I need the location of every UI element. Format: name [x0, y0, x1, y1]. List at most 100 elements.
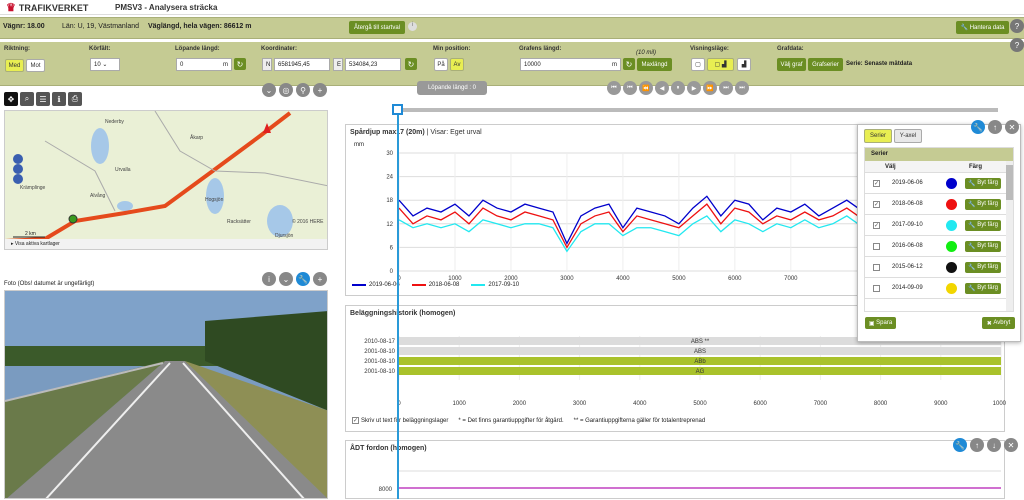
first-icon[interactable]: ⏮ [607, 81, 621, 95]
coords-e-input[interactable]: 534084,23 [345, 58, 401, 71]
coords-n-input[interactable]: 6581945,45 [274, 58, 330, 71]
photo-add-icon[interactable]: + [313, 272, 327, 286]
adt-wrench-icon[interactable]: 🔧 [953, 438, 967, 452]
tab-series[interactable]: Serier [864, 129, 892, 143]
series-checkbox[interactable] [873, 284, 880, 292]
legend-item[interactable]: 2017-09-10 [471, 282, 519, 288]
manage-data-button[interactable]: 🔧 Hantera data [956, 21, 1009, 34]
print-text-checkbox[interactable]: ✓ Skriv ut text för beläggningslager [352, 417, 448, 424]
position-slider-handle[interactable] [392, 104, 403, 115]
y-tick-label: 0 [390, 269, 394, 275]
map-canvas[interactable]: Nederby Åkarp Urvalla Krämplinge Alvång … [5, 111, 328, 250]
change-color-button[interactable]: 🔧 Byt färg [965, 177, 1001, 189]
move-icon[interactable]: ✥ [4, 92, 18, 106]
info-icon[interactable]: i [408, 22, 417, 31]
photo-collapse-icon[interactable]: ⌄ [279, 272, 293, 286]
adt-down-icon[interactable]: ↓ [987, 438, 1001, 452]
photo-info-icon[interactable]: i [262, 272, 276, 286]
rut-up-icon[interactable]: ↑ [988, 120, 1002, 134]
road-length: Väglängd, hela vägen: 86612 m [148, 23, 252, 30]
layers-icon[interactable]: ☰ [36, 92, 50, 106]
cancel-button[interactable]: ✖ Avbryt [982, 317, 1015, 329]
target-icon[interactable]: ◎ [279, 83, 293, 97]
zoom-out-icon[interactable] [13, 174, 23, 184]
change-color-button[interactable]: 🔧 Byt färg [965, 219, 1001, 231]
running-length-input[interactable]: 0m [176, 58, 232, 71]
last-icon[interactable]: ⏭ [735, 81, 749, 95]
change-color-button[interactable]: 🔧 Byt färg [965, 261, 1001, 273]
tab-y-axis[interactable]: Y-axel [894, 129, 922, 143]
running-length-badge: Löpande längd : 0 [417, 81, 487, 95]
view-mode-2-icon[interactable]: ▢ ▟ [707, 58, 734, 71]
rut-close-icon[interactable]: ✕ [1005, 120, 1019, 134]
legend-item[interactable]: 2018-06-08 [411, 282, 459, 288]
graph-series-button[interactable]: Grafserier [808, 58, 843, 71]
series-checkbox[interactable]: ✓ [873, 179, 880, 187]
refresh-icon[interactable]: ↻ [234, 58, 246, 70]
save-icon: ▣ [868, 320, 875, 327]
series-checkbox[interactable] [873, 263, 880, 271]
prev-fast-icon[interactable]: ⏮ [623, 81, 637, 95]
collapse-map-icon[interactable]: ⌄ [262, 83, 276, 97]
compass-icon[interactable] [13, 164, 23, 174]
print-icon[interactable]: ⎙ [68, 92, 82, 106]
pause-icon[interactable]: ⏸ [671, 81, 685, 95]
rut-wrench-icon[interactable]: 🔧 [971, 120, 985, 134]
choose-graph-button[interactable]: Välj graf [777, 58, 806, 71]
help-icon-2[interactable]: ? [1010, 38, 1024, 52]
max-length-button[interactable]: Maxlängd [637, 58, 672, 71]
zoom-icon[interactable]: ⌕ [20, 92, 34, 106]
photo-title: Foto (Obs! datumet är ungefärligt) [4, 281, 95, 287]
series-scrollbar[interactable] [1006, 161, 1013, 311]
coords-refresh-icon[interactable]: ↻ [405, 58, 417, 70]
graph-length-refresh-icon[interactable]: ↻ [623, 58, 635, 70]
adt-close-icon[interactable]: ✕ [1004, 438, 1018, 452]
legend-item[interactable]: 2019-06-06 [352, 282, 400, 288]
series-rows: ✓ 2019-06-06 🔧 Byt färg ✓ 2018-06-08 🔧 Byt fä… [865, 173, 1013, 299]
series-checkbox[interactable]: ✓ [873, 200, 880, 208]
help-icon[interactable]: ? [1010, 19, 1024, 33]
position-slider-track[interactable] [398, 108, 998, 112]
play-icon[interactable]: ▶ [687, 81, 701, 95]
direction-med-button[interactable]: Med [5, 59, 24, 72]
next-fast-icon[interactable]: ⏭ [719, 81, 733, 95]
series-row: ✓ 2017-09-10 🔧 Byt färg [865, 215, 1013, 236]
back-to-start-button[interactable]: Återgå till startval [349, 21, 405, 34]
change-color-button[interactable]: 🔧 Byt färg [965, 282, 1001, 294]
x-tick-label: 4000 [616, 276, 630, 282]
step-back-icon[interactable]: ◀ [655, 81, 669, 95]
series-checkbox[interactable]: ✓ [873, 221, 880, 229]
layer-label: ABS [694, 349, 706, 355]
map-panel[interactable]: Nederby Åkarp Urvalla Krämplinge Alvång … [4, 110, 328, 250]
fast-forward-icon[interactable]: ⏩ [703, 81, 717, 95]
min-pos-off-button[interactable]: Av [450, 58, 464, 71]
min-pos-on-button[interactable]: På [434, 58, 448, 71]
adt-chart[interactable]: 8000 [346, 441, 1006, 500]
series-text: Serie: Senaste mätdata [846, 61, 913, 67]
y-tick-label: 12 [386, 222, 393, 228]
series-checkbox[interactable] [873, 242, 880, 250]
change-color-button[interactable]: 🔧 Byt färg [965, 240, 1001, 252]
view-mode-3-icon[interactable]: ▟ [737, 58, 751, 71]
direction-mot-button[interactable]: Mot [26, 59, 45, 72]
place-label: Åkarp [190, 134, 203, 141]
map-layer-toggle[interactable]: ▸ Visa aktiva kartlager [5, 239, 327, 249]
graph-length-label: Grafens längd: [519, 46, 562, 52]
rewind-icon[interactable]: ⏪ [639, 81, 653, 95]
lane-select[interactable]: 10 ⌄ [90, 58, 120, 71]
zoom-in-icon[interactable] [13, 154, 23, 164]
adt-up-icon[interactable]: ↑ [970, 438, 984, 452]
photo-wrench-icon[interactable]: 🔧 [296, 272, 310, 286]
save-button[interactable]: ▣ Spara [865, 317, 896, 329]
place-label: Nederby [105, 119, 124, 125]
info-tool-icon[interactable]: ℹ [52, 92, 66, 106]
add-icon[interactable]: + [313, 83, 327, 97]
layer-date: 2001-08-10 [364, 359, 395, 365]
series-column-header: Välj Färg [865, 161, 1013, 173]
change-color-button[interactable]: 🔧 Byt färg [965, 198, 1001, 210]
position-marker[interactable] [68, 214, 78, 224]
graph-length-input[interactable]: 10000 m [520, 58, 621, 71]
view-mode-1-icon[interactable]: ▢ [691, 58, 705, 71]
pin-icon[interactable]: ⚲ [296, 83, 310, 97]
x-tick-label: 8000 [874, 401, 888, 407]
